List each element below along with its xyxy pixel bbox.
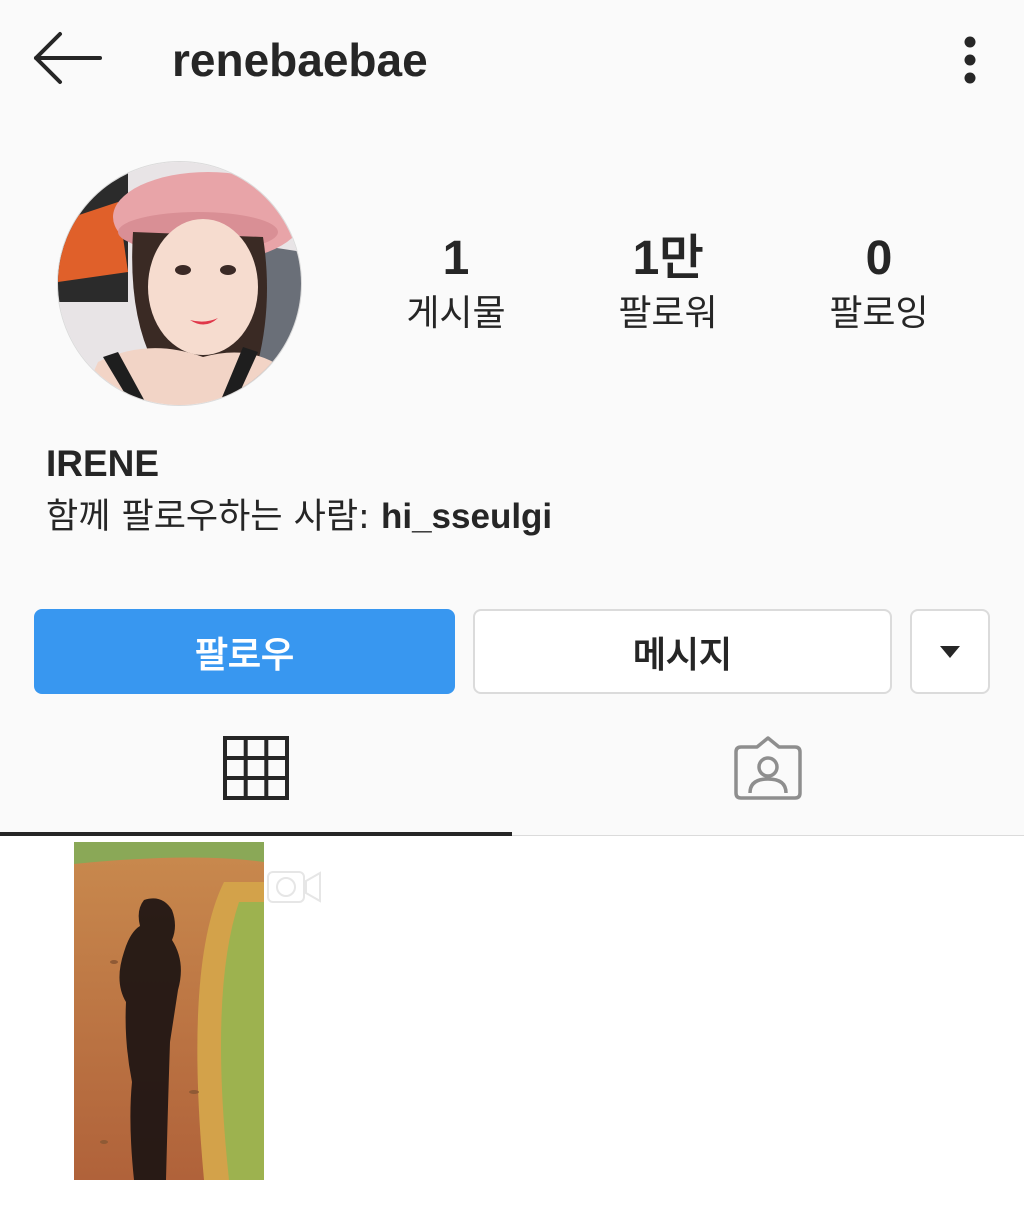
stat-posts: 1 게시물 — [371, 228, 541, 338]
post-image — [74, 842, 264, 1180]
options-button[interactable] — [950, 30, 990, 90]
tab-posts-grid[interactable] — [0, 700, 512, 835]
followed-by-text[interactable]: 함께 팔로우하는 사람: hi_sseulgi — [46, 493, 552, 541]
message-button-label: 메시지 — [632, 634, 733, 676]
profile-full-name: IRENE — [46, 443, 160, 484]
message-button[interactable]: 메시지 — [473, 609, 892, 694]
stat-following-value: 0 — [865, 232, 893, 285]
profile-page: renebaebae 1 게시물 1만 팔로워 0 팔로잉 IRENE 함께 팔… — [0, 0, 1024, 1210]
stat-followers-label: 팔로워 — [618, 293, 718, 334]
profile-photo — [58, 162, 301, 405]
top-bar: renebaebae — [0, 0, 1024, 120]
post-thumbnail[interactable] — [74, 842, 264, 1180]
tab-tagged[interactable] — [512, 700, 1024, 835]
follow-button-label: 팔로우 — [194, 634, 295, 676]
avatar[interactable] — [57, 161, 302, 406]
caret-down-icon — [940, 645, 960, 658]
page-title: renebaebae — [172, 34, 428, 86]
followed-by-user[interactable]: hi_sseulgi — [381, 497, 552, 536]
video-camera-icon — [267, 871, 321, 903]
stat-posts-label: 게시물 — [406, 293, 506, 334]
arrow-left-icon — [34, 32, 102, 84]
stat-following-label: 팔로잉 — [829, 293, 929, 334]
followed-by-prefix: 함께 팔로우하는 사람: — [46, 497, 381, 537]
follow-button[interactable]: 팔로우 — [34, 609, 455, 694]
tagged-person-icon — [734, 735, 802, 800]
back-button[interactable] — [30, 28, 106, 88]
stat-followers[interactable]: 1만 팔로워 — [583, 228, 753, 338]
suggestions-dropdown-button[interactable] — [910, 609, 990, 694]
stat-posts-value: 1 — [442, 232, 470, 285]
vertical-dots-icon — [964, 36, 976, 84]
stat-following[interactable]: 0 팔로잉 — [794, 228, 964, 338]
grid-icon — [223, 735, 289, 800]
stat-followers-value: 1만 — [632, 232, 704, 285]
posts-grid — [0, 836, 1024, 1210]
